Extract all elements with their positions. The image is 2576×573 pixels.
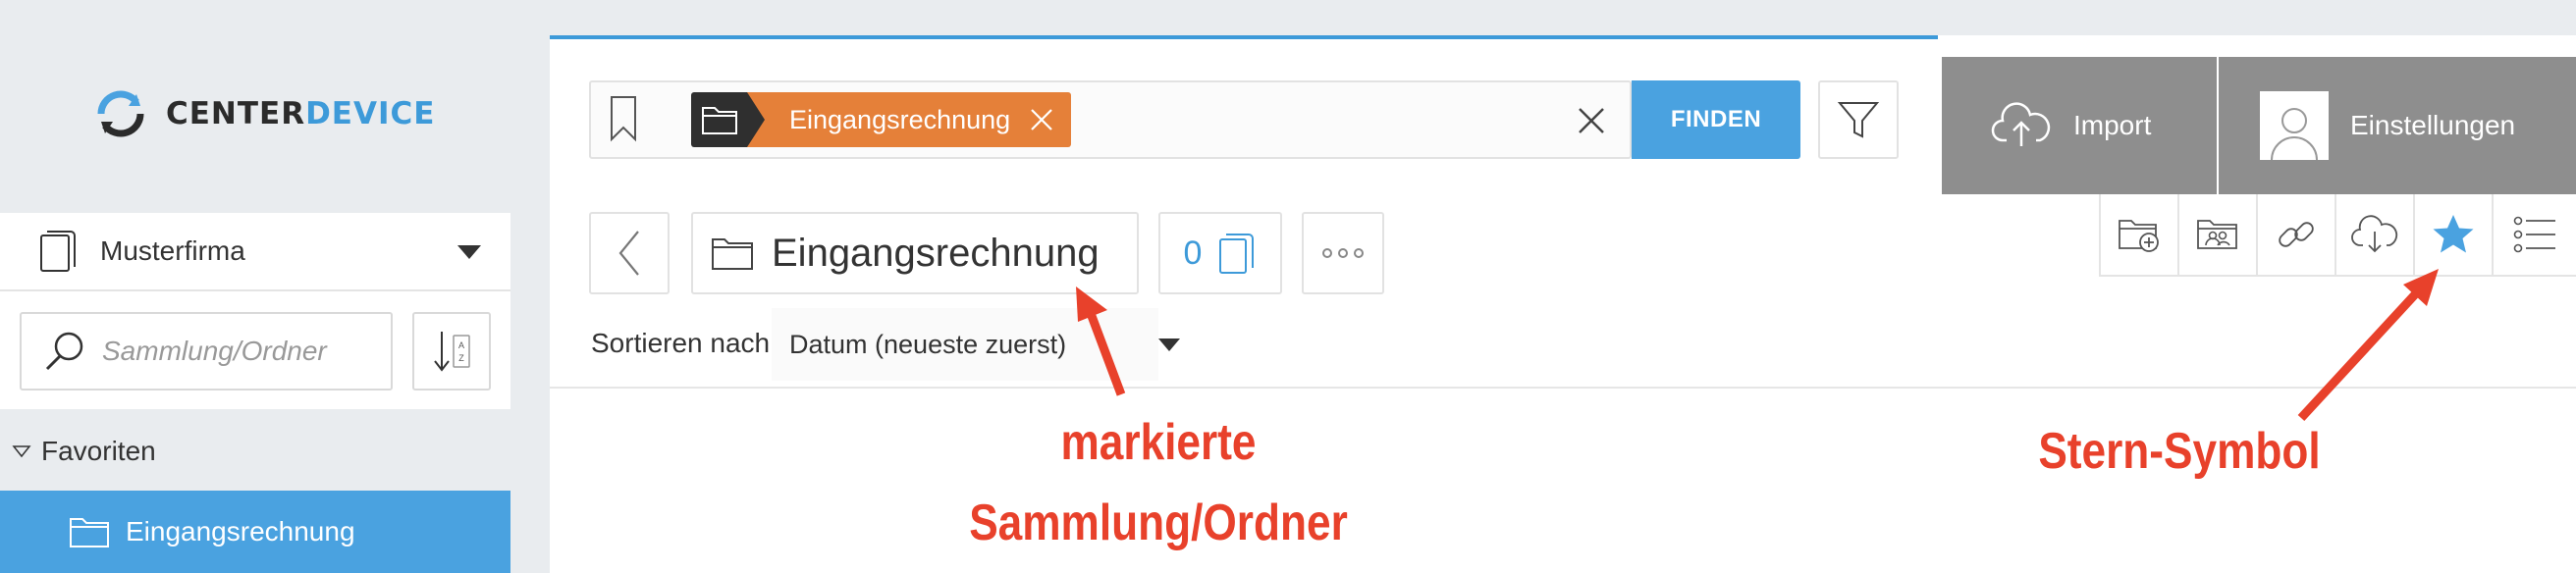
tag-arrow: [747, 92, 765, 147]
annotation-star-text: Stern-Symbol: [2038, 423, 2321, 480]
annotation-line-1: markierte: [1060, 414, 1257, 471]
annotation-folder-text: markierte Sammlung/Ordner: [925, 402, 1392, 563]
annotation-line-2: Sammlung/Ordner: [969, 495, 1348, 551]
annotation-arrow-folder: [1076, 286, 1126, 396]
annotation-arrow-star: [2297, 269, 2439, 422]
